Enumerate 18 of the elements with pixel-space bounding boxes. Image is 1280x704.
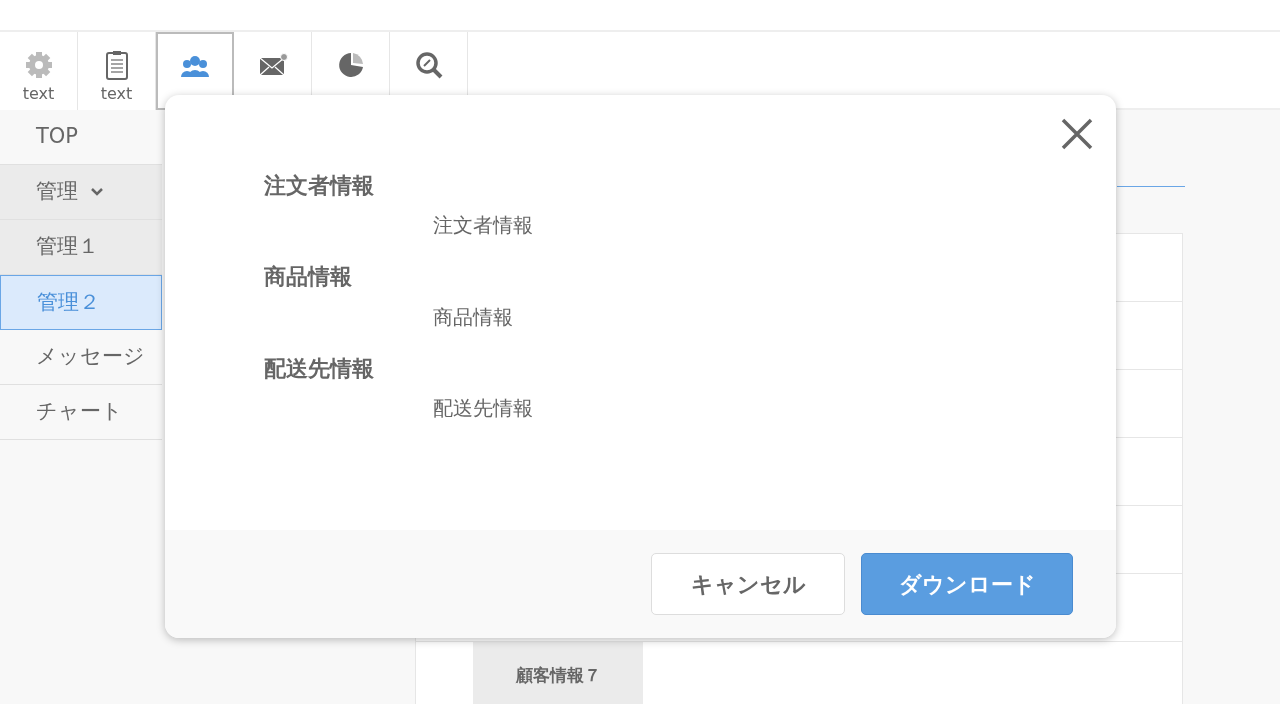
toolbar-tab[interactable]: text — [0, 32, 78, 110]
close-icon[interactable] — [1060, 117, 1094, 151]
table-cell: 顧客情報７ — [473, 642, 643, 704]
sidebar-item[interactable]: 管理２ — [0, 275, 162, 330]
section-heading: 注文者情報 — [264, 173, 375, 200]
cancel-button[interactable]: キャンセル — [651, 553, 845, 615]
section-item: 配送先情報 — [433, 396, 534, 421]
search-icon — [413, 50, 444, 80]
toolbar-tab[interactable]: text — [78, 32, 156, 110]
sidebar-item[interactable]: 管理 — [0, 165, 162, 220]
section-item: 商品情報 — [433, 304, 514, 329]
section-heading: 商品情報 — [264, 264, 353, 291]
gear-icon — [23, 50, 54, 80]
download-button[interactable]: ダウンロード — [861, 553, 1073, 615]
section-heading: 配送先情報 — [264, 355, 375, 383]
sidebar-item[interactable]: 管理１ — [0, 220, 162, 275]
section-item: 注文者情報 — [433, 213, 534, 238]
chevron-down-icon — [90, 187, 104, 197]
